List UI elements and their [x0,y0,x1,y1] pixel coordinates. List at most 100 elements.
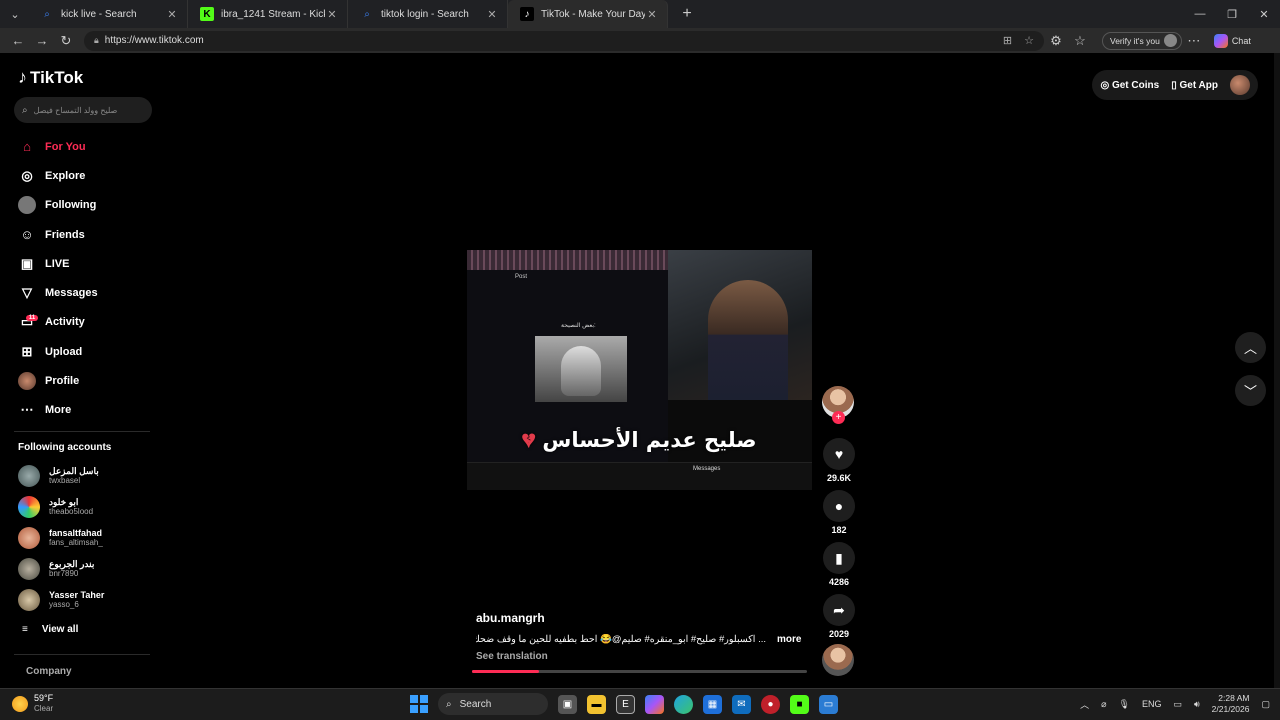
volume-icon[interactable]: 🔊︎ [1194,699,1200,710]
following-account[interactable]: بندر الجربوع bnr7890 [18,555,148,583]
share-button[interactable]: ➦ 2029 [822,594,856,639]
minimize-icon[interactable]: — [1184,0,1216,28]
sidebar-item-upload[interactable]: ⊞ Upload [18,337,148,366]
avatar [18,589,40,611]
close-icon[interactable]: ✕ [325,8,339,21]
video-messages-label: Messages [693,466,721,472]
chevron-up-icon[interactable]: ︿ [1080,698,1089,711]
copilot-icon[interactable] [645,694,664,714]
next-video-button[interactable]: ﹀ [1235,375,1266,406]
restore-icon[interactable]: ❐ [1216,0,1248,28]
tiktok-note-icon: ♪ [18,67,27,87]
search-input[interactable]: ⌕ صليح وولد التمساح فيصل [14,97,152,123]
chevron-down-icon: ﹀ [1243,384,1257,399]
chat-label: Chat [1231,35,1251,46]
url-field[interactable]: 🔒︎ https://www.tiktok.com ⊞ ☆ [84,30,1044,51]
favorite-star-icon[interactable]: ☆ [1024,34,1034,47]
task-view-icon[interactable]: ▣ [558,694,577,714]
network-off-icon[interactable]: ⌀ [1101,699,1106,710]
extensions-icon[interactable]: ⚙ [1044,30,1068,52]
get-app-label: Get App [1179,79,1218,91]
more-icon: ⋯ [20,402,34,418]
sidebar-item-activity[interactable]: ▭ 11 Activity [18,308,148,337]
close-icon[interactable]: ✕ [645,8,659,21]
page-scrollbar[interactable] [1274,53,1280,688]
previous-video-button[interactable]: ︿ [1235,332,1266,363]
epic-games-icon[interactable]: E [616,694,635,714]
tiktok-logo[interactable]: ♪ TikTok [18,67,83,88]
windows-start-icon[interactable] [410,695,428,713]
browser-tab-active[interactable]: ♪ TikTok - Make Your Day ✕ [508,0,668,28]
more-menu-icon[interactable]: ⋯ [1182,30,1206,52]
clock[interactable]: 2:28 AM 2/21/2026 [1212,693,1250,715]
creator-avatar-button[interactable]: + [822,386,854,424]
share-count: 2029 [828,629,850,639]
video-player[interactable]: Post بعض النصيحة: 💔︎ صليح عديم الأحساس M… [467,250,812,490]
copilot-chat-button[interactable]: Chat [1213,33,1251,48]
apps-icon[interactable]: ⊞ [1003,34,1012,47]
weather-widget[interactable]: 59°F Clear [12,693,53,714]
music-disc[interactable] [822,644,854,676]
taskbar-apps: ⌕ Search ▣ ▬ E ▦ ✉ ● ■ ▭ [410,693,838,715]
notifications-icon[interactable]: ▢ [1261,699,1270,710]
browser-tab[interactable]: ⌕ tiktok login - Search ✕ [348,0,508,28]
desktop-app-icon[interactable]: ▭ [819,694,838,714]
back-icon[interactable]: ← [6,30,30,52]
microphone-icon[interactable]: 🎙︎ [1119,699,1130,710]
company-link[interactable]: Company [26,666,72,677]
user-avatar[interactable] [1230,75,1250,95]
sidebar-item-following[interactable]: Following [18,191,148,220]
view-all-button[interactable]: ≡ View all [22,624,78,635]
video-author[interactable]: abu.mangrh [476,611,545,625]
following-account[interactable]: fansaltfahad fans_altimsah_ [18,524,148,552]
comment-button[interactable]: ● 182 [822,490,856,535]
new-tab-button[interactable]: + [674,2,700,26]
forward-icon[interactable]: → [30,30,54,52]
close-icon[interactable]: ✕ [165,8,179,21]
edge-icon[interactable] [674,694,693,714]
favorites-icon[interactable]: ☆ [1068,30,1092,52]
store-icon[interactable]: ▦ [703,694,722,714]
sidebar-item-messages[interactable]: ▽ Messages [18,278,148,307]
display-icon[interactable]: ▭ [1173,699,1182,710]
file-explorer-icon[interactable]: ▬ [587,694,606,714]
record-app-icon[interactable]: ● [761,694,780,714]
sidebar-item-live[interactable]: ▣ LIVE [18,249,148,278]
video-portrait-image [535,336,627,402]
kick-app-icon[interactable]: ■ [790,694,809,714]
sidebar-item-more[interactable]: ⋯ More [18,396,148,425]
following-account[interactable]: باسل المزعل twxbasel [18,462,148,490]
sidebar-item-profile[interactable]: Profile [18,366,148,395]
like-button[interactable]: ♥ 29.6K [822,438,856,483]
sidebar-item-friends[interactable]: ☺ Friends [18,220,148,249]
video-progress-bar[interactable] [472,670,807,673]
sidebar-item-for-you[interactable]: ⌂ For You [18,132,148,161]
language-indicator[interactable]: ENG [1142,699,1162,709]
get-coins-button[interactable]: ◎ Get Coins [1100,80,1159,91]
following-account[interactable]: ابو خلود theabo5lood [18,493,148,521]
video-caption-text: صليح عديم الأحساس [542,428,757,452]
account-name: ابو خلود [49,497,79,507]
more-button[interactable]: more [777,634,801,645]
sidebar-item-explore[interactable]: ◎ Explore [18,161,148,190]
outlook-icon[interactable]: ✉ [732,694,751,714]
verify-profile-button[interactable]: Verify it's you [1102,31,1182,50]
tab-actions-icon[interactable]: ⌄ [2,3,28,25]
browser-tab[interactable]: ⌕ kick live - Search ✕ [28,0,188,28]
get-app-button[interactable]: ▯ Get App [1171,80,1218,91]
coin-icon: ◎ [1100,79,1112,91]
heart-icon: ♥ [823,438,855,470]
refresh-icon[interactable]: ↻ [54,30,78,52]
following-account[interactable]: Yasser Taher yasso_6 [18,586,148,614]
avatar [18,496,40,518]
browser-tab[interactable]: K ibra_1241 Stream - Kick Dashboard ✕ [188,0,348,28]
close-icon[interactable]: ✕ [485,8,499,21]
taskbar-search[interactable]: ⌕ Search [438,693,548,715]
save-button[interactable]: ▮ 4286 [822,542,856,587]
close-window-icon[interactable]: ✕ [1248,0,1280,28]
follow-plus-icon[interactable]: + [832,411,845,424]
windows-taskbar: 59°F Clear ⌕ Search ▣ ▬ E ▦ ✉ ● ■ ▭ ︿ ⌀ 🎙… [0,688,1280,720]
account-handle: bnr7890 [49,569,79,578]
sidebar-item-label: Explore [45,169,86,182]
see-translation-link[interactable]: See translation [476,651,548,662]
